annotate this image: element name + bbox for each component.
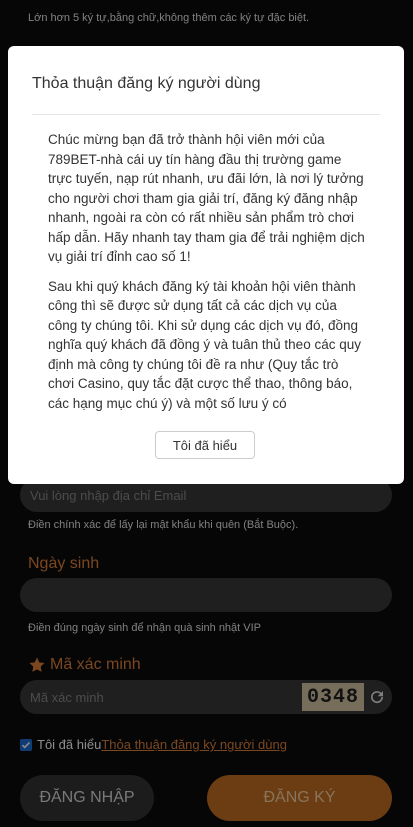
- dialog-divider: [32, 114, 380, 115]
- user-agreement-dialog: Thỏa thuận đăng ký người dùng Chúc mừng …: [8, 46, 404, 484]
- agreement-paragraph: Chúc mừng bạn đã trở thành hội viên mới …: [48, 132, 365, 264]
- dialog-title: Thỏa thuận đăng ký người dùng: [32, 75, 261, 92]
- understood-button[interactable]: Tôi đã hiểu: [155, 431, 255, 459]
- dialog-body[interactable]: Chúc mừng bạn đã trở thành hội viên mới …: [48, 130, 366, 414]
- agreement-paragraph: Sau khi quý khách đăng ký tài khoản hội …: [48, 278, 361, 411]
